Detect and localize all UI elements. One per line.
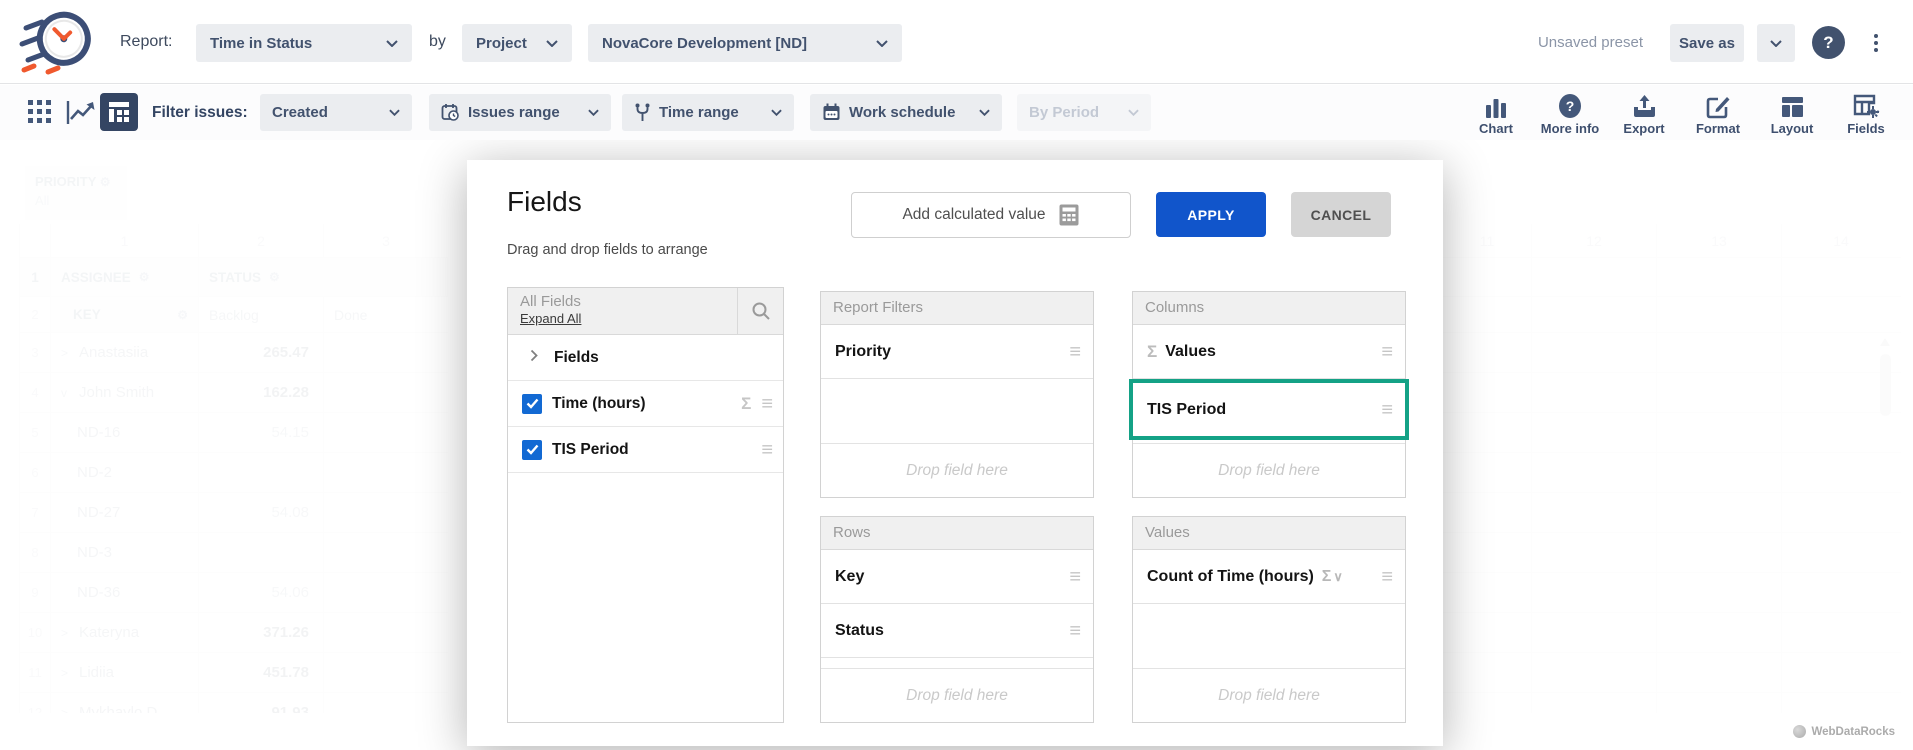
chevron-down-icon	[761, 109, 782, 116]
value-item-count-of-time[interactable]: Count of Time (hours) Σ∨ ≡	[1133, 550, 1405, 604]
pivot-table-icon	[107, 100, 131, 124]
calendar-clock-icon	[441, 103, 460, 122]
app-logo-icon	[18, 6, 96, 78]
chevron-down-icon	[374, 40, 398, 47]
drag-handle-icon[interactable]: ≡	[1381, 342, 1393, 362]
all-fields-panel: All Fields Expand All Fields	[507, 287, 784, 723]
drag-handle-icon[interactable]: ≡	[1381, 567, 1393, 587]
filter-item-priority[interactable]: Priority ≡	[821, 325, 1093, 379]
column-item-tis-period-highlighted[interactable]: TIS Period ≡	[1129, 379, 1409, 440]
drag-handle-icon[interactable]: ≡	[761, 440, 773, 460]
field-item-time-hours[interactable]: Time (hours) Σ ≡	[508, 381, 783, 427]
add-calculated-value-button[interactable]: Add calculated value	[851, 192, 1131, 238]
row-item-key[interactable]: Key ≡	[821, 550, 1093, 604]
values-header: Values	[1133, 517, 1405, 550]
toolbar: Filter issues: Created Issues range	[0, 85, 1913, 140]
field-item-tis-period[interactable]: TIS Period ≡	[508, 427, 783, 473]
calendar-icon	[822, 103, 841, 122]
values-dropzone[interactable]: Drop field here	[1133, 668, 1405, 722]
calculator-icon	[1058, 203, 1080, 227]
issues-range-dropdown[interactable]: Issues range	[429, 94, 611, 131]
drag-handle-icon[interactable]: ≡	[1069, 342, 1081, 362]
layout-icon	[1780, 91, 1805, 119]
layout-action-button[interactable]: Layout	[1759, 87, 1825, 136]
columns-dropzone[interactable]: Drop field here	[1133, 443, 1405, 497]
chart-view-icon[interactable]	[66, 100, 96, 125]
all-fields-header: All Fields Expand All	[508, 288, 783, 335]
drag-handle-icon[interactable]: ≡	[1381, 400, 1393, 420]
content-area: PRIORITY ⚙ All 1 2 3 1 ASSIGNEE⚙ STATUS⚙…	[0, 140, 1913, 750]
grid-view-icon[interactable]	[27, 99, 53, 125]
top-header: Report: Time in Status by Project NovaCo…	[0, 0, 1913, 84]
help-icon[interactable]: ?	[1812, 26, 1845, 59]
checkbox-checked-icon[interactable]	[522, 394, 542, 414]
format-action-button[interactable]: Format	[1685, 87, 1751, 136]
sigma-icon: Σ	[741, 394, 751, 414]
row-item-status[interactable]: Status ≡	[821, 604, 1093, 658]
column-item-values[interactable]: Σ Values ≡	[1133, 325, 1405, 379]
cancel-button[interactable]: CANCEL	[1291, 192, 1391, 237]
app-window: Report: Time in Status by Project NovaCo…	[0, 0, 1913, 750]
sigma-icon: Σ	[1147, 342, 1157, 362]
search-icon	[751, 301, 771, 321]
question-circle-icon: ?	[1557, 91, 1583, 119]
columns-panel: Columns Σ Values ≡ TIS Period ≡ Drop fie…	[1132, 291, 1406, 498]
chevron-down-icon	[864, 40, 888, 47]
project-dropdown[interactable]: NovaCore Development [ND]	[588, 24, 902, 62]
chevron-down-icon	[1118, 109, 1139, 116]
chevron-down-icon	[534, 40, 558, 47]
fields-tree-item[interactable]: Fields	[508, 335, 783, 381]
drag-handle-icon[interactable]: ≡	[761, 394, 773, 414]
rows-dropzone[interactable]: Drop field here	[821, 668, 1093, 722]
group-by-dropdown[interactable]: Project	[462, 24, 572, 62]
work-schedule-dropdown[interactable]: Work schedule	[810, 94, 1002, 131]
expand-all-link[interactable]: Expand All	[520, 311, 581, 326]
kebab-menu-icon[interactable]	[1862, 29, 1890, 57]
search-button[interactable]	[737, 288, 783, 334]
dialog-title: Fields	[507, 186, 582, 218]
filter-issues-dropdown[interactable]: Created	[260, 94, 412, 131]
fields-dialog: Fields Drag and drop fields to arrange A…	[467, 160, 1443, 746]
report-type-dropdown[interactable]: Time in Status	[196, 24, 412, 62]
drag-handle-icon[interactable]: ≡	[1069, 567, 1081, 587]
report-filters-panel: Report Filters Priority ≡ Drop field her…	[820, 291, 1094, 498]
report-filters-header: Report Filters	[821, 292, 1093, 325]
chart-action-button[interactable]: Chart	[1463, 87, 1529, 136]
fields-action-button[interactable]: Fields	[1833, 87, 1899, 136]
filter-issues-label: Filter issues:	[152, 85, 248, 140]
svg-text:?: ?	[1566, 98, 1575, 114]
fields-gear-icon	[1853, 91, 1880, 119]
export-action-button[interactable]: Export	[1611, 87, 1677, 136]
save-as-button[interactable]: Save as	[1670, 24, 1744, 62]
checkbox-checked-icon[interactable]	[522, 440, 542, 460]
save-as-menu-button[interactable]	[1757, 24, 1795, 62]
dialog-subtitle: Drag and drop fields to arrange	[507, 242, 708, 258]
chevron-down-icon	[379, 109, 400, 116]
pivot-view-button[interactable]	[100, 93, 138, 131]
time-range-dropdown[interactable]: Time range	[622, 94, 794, 131]
webdatarocks-branding: WebDataRocks	[1793, 725, 1895, 738]
apply-button[interactable]: APPLY	[1156, 192, 1266, 237]
toolbar-actions: Chart ? More info Export	[1463, 87, 1899, 136]
columns-header: Columns	[1133, 292, 1405, 325]
edit-icon	[1706, 91, 1731, 119]
export-icon	[1632, 91, 1657, 119]
chevron-right-icon	[530, 349, 538, 367]
chevron-down-icon	[969, 109, 990, 116]
values-panel: Values Count of Time (hours) Σ∨ ≡ Drop f…	[1132, 516, 1406, 723]
by-label: by	[429, 0, 446, 84]
rows-panel: Rows Key ≡ Status ≡ Drop field here	[820, 516, 1094, 723]
by-period-dropdown: By Period	[1017, 94, 1151, 131]
branch-icon	[634, 103, 651, 122]
globe-icon	[1793, 725, 1806, 738]
chevron-down-icon	[578, 109, 599, 116]
report-filters-dropzone[interactable]: Drop field here	[821, 443, 1093, 497]
more-info-action-button[interactable]: ? More info	[1537, 87, 1603, 136]
rows-header: Rows	[821, 517, 1093, 550]
aggregation-selector[interactable]: Σ∨	[1322, 568, 1343, 586]
bar-chart-icon	[1484, 91, 1508, 119]
preset-status: Unsaved preset	[1538, 0, 1643, 84]
report-label: Report:	[120, 0, 172, 84]
drag-handle-icon[interactable]: ≡	[1069, 621, 1081, 641]
